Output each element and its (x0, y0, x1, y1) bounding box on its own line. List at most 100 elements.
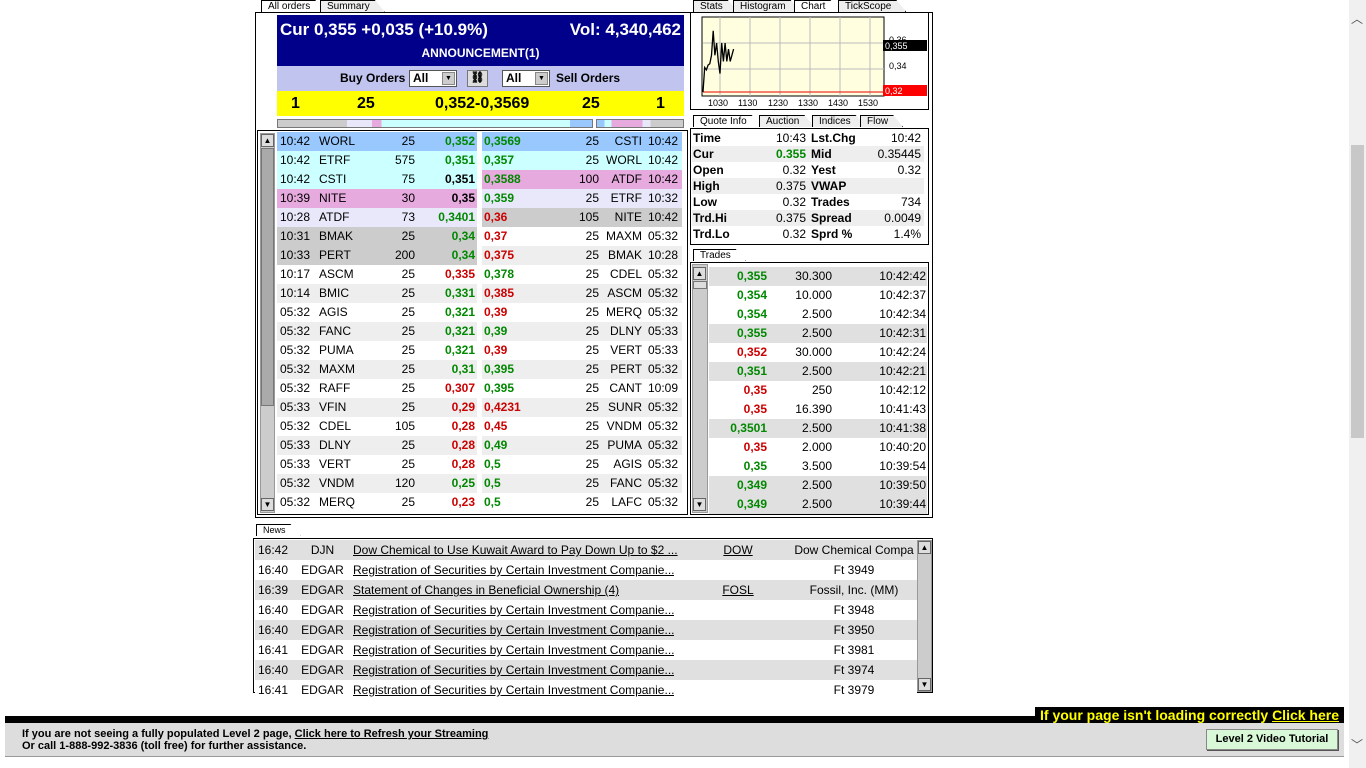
news-headline-link[interactable]: Registration of Securities by Certain In… (353, 640, 674, 660)
ask-price: 0,378 (484, 267, 515, 281)
ask-row[interactable]: 0,3588 100 ATDF 10:42 (482, 170, 682, 189)
news-row[interactable]: 16:40 EDGAR Registration of Securities by … (255, 620, 917, 640)
bid-row[interactable]: 10:31 BMAK 25 0,34 (277, 227, 477, 246)
news-headline-link[interactable]: Statement of Changes in Beneficial Owner… (353, 580, 619, 600)
news-headline-link[interactable]: Registration of Securities by Certain In… (353, 680, 674, 700)
sell-filter-select[interactable]: All ▼ (502, 70, 550, 87)
news-headline-link[interactable]: Registration of Securities by Certain In… (353, 600, 674, 620)
video-tutorial-button[interactable]: Level 2 Video Tutorial (1206, 729, 1338, 750)
current-price: Cur 0,355 +0,035 (+10.9%) (280, 20, 488, 39)
ask-row[interactable]: 0,5 25 AGIS 05:32 (482, 455, 682, 474)
ask-row[interactable]: 0,3569 25 CSTI 10:42 (482, 132, 682, 151)
bid-row[interactable]: 10:17 ASCM 25 0,335 (277, 265, 477, 284)
link-icon[interactable]: ⛓ (467, 70, 488, 87)
bid-count: 1 (291, 95, 300, 112)
news-symbol-link[interactable]: FOSL (687, 580, 789, 600)
ask-row[interactable]: 0,49 25 PUMA 05:32 (482, 436, 682, 455)
tab-histogram[interactable]: Histogram (733, 0, 801, 12)
bid-row[interactable]: 05:32 CDEL 105 0,28 (277, 417, 477, 436)
scroll-up-icon[interactable]: ▲ (693, 267, 706, 280)
scroll-down-icon[interactable]: ▼ (918, 678, 931, 691)
tab-all-orders[interactable]: All orders (261, 0, 325, 12)
ask-row[interactable]: 0,395 25 CANT 10:09 (482, 379, 682, 398)
scrollbar-thumb[interactable] (693, 281, 707, 289)
news-headline-link[interactable]: Registration of Securities by Certain In… (353, 560, 674, 580)
bid-row[interactable]: 05:32 AGIS 25 0,321 (277, 303, 477, 322)
ask-row[interactable]: 0,4231 25 SUNR 05:32 (482, 398, 682, 417)
scroll-up-icon[interactable]: ▲ (918, 541, 931, 554)
tab-chart[interactable]: Chart (794, 0, 840, 12)
ask-row[interactable]: 0,5 25 FANC 05:32 (482, 474, 682, 493)
bid-row[interactable]: 05:32 MERQ 25 0,23 (277, 493, 477, 512)
ask-row[interactable]: 0,37 25 MAXM 05:32 (482, 227, 682, 246)
bid-row[interactable]: 10:28 ATDF 73 0,3401 (277, 208, 477, 227)
refresh-streaming-link[interactable]: Click here to Refresh your Streaming (295, 728, 489, 740)
ask-row[interactable]: 0,36 105 NITE 10:42 (482, 208, 682, 227)
news-row[interactable]: 16:41 EDGAR Registration of Securities by … (255, 640, 917, 660)
scroll-up-icon[interactable]: ︿ (1351, 10, 1363, 27)
bid-row[interactable]: 05:32 PUMA 25 0,321 (277, 341, 477, 360)
bid-row[interactable]: 10:14 BMIC 25 0,331 (277, 284, 477, 303)
bid-row[interactable]: 10:39 NITE 30 0,35 (277, 189, 477, 208)
tab-summary[interactable]: Summary (320, 0, 385, 12)
tab-quote-info[interactable]: Quote Info (693, 115, 762, 127)
buy-filter-select[interactable]: All ▼ (409, 70, 457, 87)
ask-row[interactable]: 0,375 25 BMAK 10:28 (482, 246, 682, 265)
scroll-down-icon[interactable]: ▼ (693, 498, 706, 511)
scrollbar-thumb[interactable] (261, 148, 274, 406)
news-symbol-link[interactable]: DOW (687, 540, 789, 560)
quote-value: 0.355 (775, 147, 806, 161)
ask-time: 05:32 (647, 438, 678, 452)
news-row[interactable]: 16:40 EDGAR Registration of Securities by … (255, 600, 917, 620)
ask-row[interactable]: 0,39 25 VERT 05:33 (482, 341, 682, 360)
news-row[interactable]: 16:40 EDGAR Registration of Securities by … (255, 560, 917, 580)
scroll-up-icon[interactable]: ▲ (261, 134, 274, 147)
news-row[interactable]: 16:41 EDGAR Registration of Securities by … (255, 680, 917, 700)
bid-mmid: VFIN (319, 400, 347, 414)
news-scrollbar[interactable] (917, 540, 932, 692)
trade-price: 0,355 (736, 326, 767, 340)
ask-row[interactable]: 0,385 25 ASCM 05:32 (482, 284, 682, 303)
ask-row[interactable]: 0,395 25 PERT 05:32 (482, 360, 682, 379)
tab-news[interactable]: News (256, 524, 301, 536)
news-time: 16:39 (258, 583, 289, 597)
bid-row[interactable]: 05:33 VERT 25 0,28 (277, 455, 477, 474)
ask-row[interactable]: 0,39 25 MERQ 05:32 (482, 303, 682, 322)
news-headline-link[interactable]: Registration of Securities by Certain In… (353, 620, 674, 640)
scroll-down-icon[interactable]: ﹀ (1351, 736, 1363, 753)
trades-scrollbar[interactable] (692, 264, 708, 513)
click-here-link[interactable]: Click here (1272, 707, 1339, 723)
bid-size: 73 (401, 210, 415, 224)
bid-row[interactable]: 10:42 CSTI 75 0,351 (277, 170, 477, 189)
bid-row[interactable]: 05:33 VFIN 25 0,29 (277, 398, 477, 417)
news-headline-link[interactable]: Registration of Securities by Certain In… (353, 660, 674, 680)
bid-row[interactable]: 05:33 DLNY 25 0,28 (277, 436, 477, 455)
ask-row[interactable]: 0,45 25 VNDM 05:32 (482, 417, 682, 436)
scroll-down-icon[interactable]: ▼ (261, 498, 274, 511)
bid-row[interactable]: 10:33 PERT 200 0,34 (277, 246, 477, 265)
news-row[interactable]: 16:40 EDGAR Registration of Securities by … (255, 660, 917, 680)
news-headline-link[interactable]: Dow Chemical to Use Kuwait Award to Pay … (353, 540, 678, 560)
bid-price: 0,28 (451, 419, 475, 433)
tab-stats[interactable]: Stats (693, 0, 738, 12)
news-row[interactable]: 16:42 DJN Dow Chemical to Use Kuwait Award… (255, 540, 917, 560)
ask-row[interactable]: 0,357 25 WORL 10:42 (482, 151, 682, 170)
bid-row[interactable]: 05:32 MAXM 25 0,31 (277, 360, 477, 379)
x-tick: 1230 (768, 98, 788, 108)
trade-row: 0,354 2.500 10:42:34 (709, 305, 927, 324)
bid-row[interactable]: 05:32 FANC 25 0,321 (277, 322, 477, 341)
bid-row[interactable]: 10:42 ETRF 575 0,351 (277, 151, 477, 170)
bid-row[interactable]: 10:42 WORL 25 0,352 (277, 132, 477, 151)
page-scrollbar-thumb[interactable] (1351, 145, 1364, 438)
ask-price: 0,357 (484, 153, 515, 167)
news-row[interactable]: 16:39 EDGAR Statement of Changes in Benefi… (255, 580, 917, 600)
announcement-link[interactable]: ANNOUNCEMENT(1) (277, 46, 684, 60)
ask-row[interactable]: 0,39 25 DLNY 05:33 (482, 322, 682, 341)
ask-row[interactable]: 0,5 25 LAFC 05:32 (482, 493, 682, 512)
bid-row[interactable]: 05:32 VNDM 120 0,25 (277, 474, 477, 493)
bid-row[interactable]: 05:32 RAFF 25 0,307 (277, 379, 477, 398)
ask-row[interactable]: 0,378 25 CDEL 05:32 (482, 265, 682, 284)
ask-row[interactable]: 0,359 25 ETRF 10:32 (482, 189, 682, 208)
tab-tickscope[interactable]: TickScope (838, 0, 906, 12)
ask-size: 100 (578, 172, 599, 186)
